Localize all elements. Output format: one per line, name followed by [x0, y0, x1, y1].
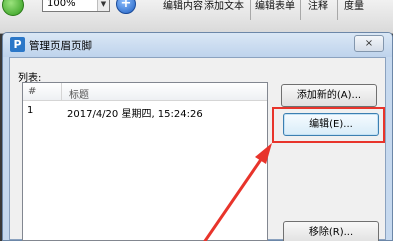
annotation-arrow-icon [203, 143, 272, 241]
